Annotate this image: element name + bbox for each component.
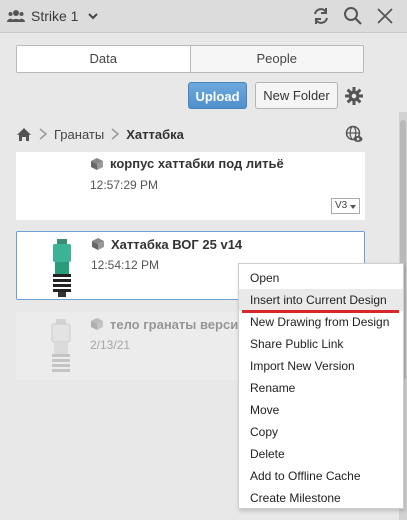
breadcrumb: Гранаты Хаттабка bbox=[16, 125, 184, 143]
tab-data[interactable]: Data bbox=[17, 46, 190, 72]
breadcrumb-item[interactable]: Гранаты bbox=[54, 127, 104, 142]
menu-item-create-milestone[interactable]: Create Milestone bbox=[239, 487, 403, 509]
home-icon[interactable] bbox=[16, 127, 32, 142]
menu-item-insert-into-current-design[interactable]: Insert into Current Design bbox=[239, 289, 403, 311]
menu-item-share-public-link[interactable]: Share Public Link bbox=[239, 333, 403, 355]
search-icon[interactable] bbox=[343, 6, 363, 26]
menu-item-rename[interactable]: Rename bbox=[239, 377, 403, 399]
upload-button[interactable]: Upload bbox=[188, 82, 247, 109]
item-timestamp: 12:54:12 PM bbox=[91, 258, 160, 272]
hub-name[interactable]: Strike 1 bbox=[31, 8, 78, 24]
item-timestamp: 12:57:29 PM bbox=[90, 178, 159, 192]
menu-item-delete[interactable]: Delete bbox=[239, 443, 403, 465]
breadcrumb-current: Хаттабка bbox=[126, 126, 184, 142]
item-name[interactable]: тело гранаты верси bbox=[110, 317, 238, 332]
design-thumbnail bbox=[53, 239, 71, 297]
design-cube-icon bbox=[91, 318, 103, 330]
item-name[interactable]: корпус хаттабки под литьё bbox=[110, 156, 284, 171]
list-item[interactable]: корпус хаттабки под литьё 12:57:29 PM V3 bbox=[16, 152, 365, 220]
item-name[interactable]: Хаттабка ВОГ 25 v14 bbox=[111, 237, 242, 252]
menu-item-add-to-offline-cache[interactable]: Add to Offline Cache bbox=[239, 465, 403, 487]
chevron-down-icon[interactable] bbox=[86, 9, 100, 23]
chevron-right-icon bbox=[39, 128, 48, 140]
context-menu: Open Insert into Current Design New Draw… bbox=[238, 263, 404, 509]
close-icon[interactable] bbox=[375, 6, 395, 26]
design-cube-icon bbox=[91, 158, 103, 170]
version-dropdown[interactable]: V3 bbox=[331, 198, 360, 214]
item-timestamp: 2/13/21 bbox=[90, 338, 131, 352]
menu-item-copy[interactable]: Copy bbox=[239, 421, 403, 443]
menu-item-move[interactable]: Move bbox=[239, 399, 403, 421]
view-tabs: Data People bbox=[16, 45, 364, 73]
design-thumbnail bbox=[51, 319, 71, 372]
menu-item-import-new-version[interactable]: Import New Version bbox=[239, 355, 403, 377]
chevron-right-icon bbox=[111, 128, 120, 140]
menu-item-open[interactable]: Open bbox=[239, 267, 403, 289]
tab-people[interactable]: People bbox=[189, 46, 364, 72]
globe-eye-icon[interactable] bbox=[345, 125, 363, 143]
new-folder-button[interactable]: New Folder bbox=[255, 82, 338, 109]
menu-item-new-drawing-from-design[interactable]: New Drawing from Design bbox=[239, 311, 403, 333]
gear-icon[interactable] bbox=[345, 87, 363, 105]
highlight-underline bbox=[242, 310, 399, 313]
refresh-icon[interactable] bbox=[311, 6, 331, 26]
team-icon bbox=[7, 10, 25, 22]
design-cube-icon bbox=[92, 238, 104, 250]
panel-header: Strike 1 bbox=[0, 0, 407, 33]
